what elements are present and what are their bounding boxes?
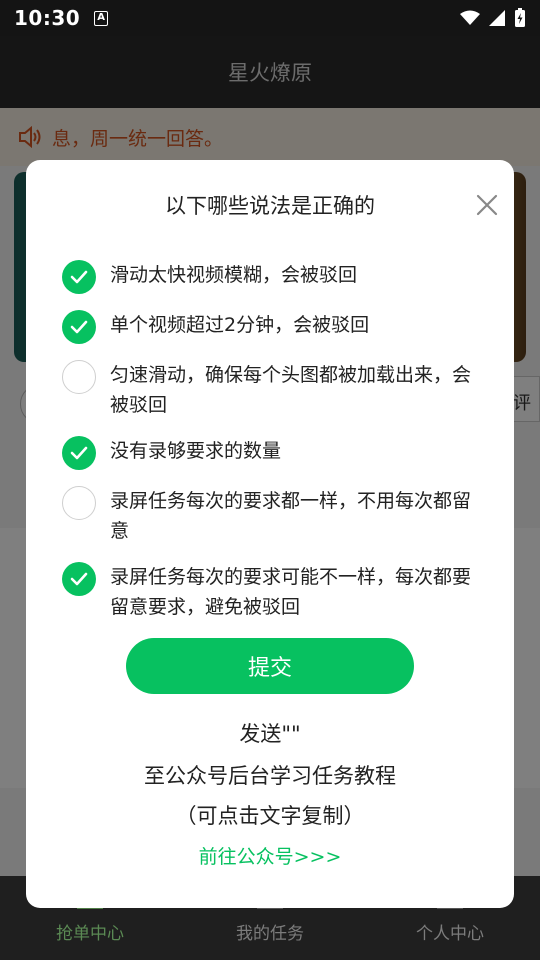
- unchecked-icon[interactable]: [62, 360, 96, 394]
- nav-item-label: 我的任务: [236, 924, 304, 944]
- submit-button[interactable]: 提交: [126, 638, 414, 694]
- status-icons: [460, 8, 526, 28]
- battery-icon: [515, 8, 525, 27]
- wifi-icon: [460, 10, 480, 25]
- unchecked-icon[interactable]: [62, 486, 96, 520]
- option-item[interactable]: 匀速滑动，确保每个头图都被加载出来，会被驳回: [62, 360, 482, 420]
- option-label: 没有录够要求的数量: [110, 440, 282, 462]
- nav-item-label: 个人中心: [416, 924, 484, 944]
- status-time: 10:30: [14, 6, 81, 30]
- option-item[interactable]: 录屏任务每次的要求可能不一样，每次都要留意要求，避免被驳回: [62, 562, 482, 622]
- status-bar: 10:30 A: [0, 0, 540, 36]
- option-label: 匀速滑动，确保每个头图都被加载出来，会被驳回: [110, 364, 472, 416]
- dialog-title: 以下哪些说法是正确的: [165, 194, 375, 218]
- option-item[interactable]: 滑动太快视频模糊，会被驳回: [62, 260, 482, 294]
- checked-icon[interactable]: [62, 562, 96, 596]
- checked-icon[interactable]: [62, 310, 96, 344]
- close-icon[interactable]: [474, 192, 500, 218]
- info-tutorial-text: 至公众号后台学习任务教程: [144, 764, 396, 788]
- option-label: 录屏任务每次的要求可能不一样，每次都要留意要求，避免被驳回: [110, 566, 472, 618]
- option-label: 单个视频超过2分钟，会被驳回: [110, 314, 370, 336]
- checked-icon[interactable]: [62, 260, 96, 294]
- option-item[interactable]: 录屏任务每次的要求都一样，不用每次都留意: [62, 486, 482, 546]
- option-label: 录屏任务每次的要求都一样，不用每次都留意: [110, 490, 472, 542]
- option-label: 滑动太快视频模糊，会被驳回: [110, 264, 358, 286]
- options-list: 滑动太快视频模糊，会被驳回 单个视频超过2分钟，会被驳回 匀速滑动，确保每个头图…: [62, 260, 482, 638]
- info-send-text[interactable]: 发送"": [26, 718, 514, 748]
- checked-icon[interactable]: [62, 436, 96, 470]
- nav-item-label: 抢单中心: [56, 924, 124, 944]
- notification-icon: A: [94, 10, 109, 26]
- signal-icon: [489, 10, 505, 26]
- info-copy-hint: （可点击文字复制）: [175, 804, 365, 828]
- option-item[interactable]: 单个视频超过2分钟，会被驳回: [62, 310, 482, 344]
- quiz-dialog: 以下哪些说法是正确的 滑动太快视频模糊，会被驳回 单个视频超过2分钟，会被驳回 …: [26, 160, 514, 908]
- go-official-account-link[interactable]: 前往公众号>>>: [26, 842, 514, 869]
- option-item[interactable]: 没有录够要求的数量: [62, 436, 482, 470]
